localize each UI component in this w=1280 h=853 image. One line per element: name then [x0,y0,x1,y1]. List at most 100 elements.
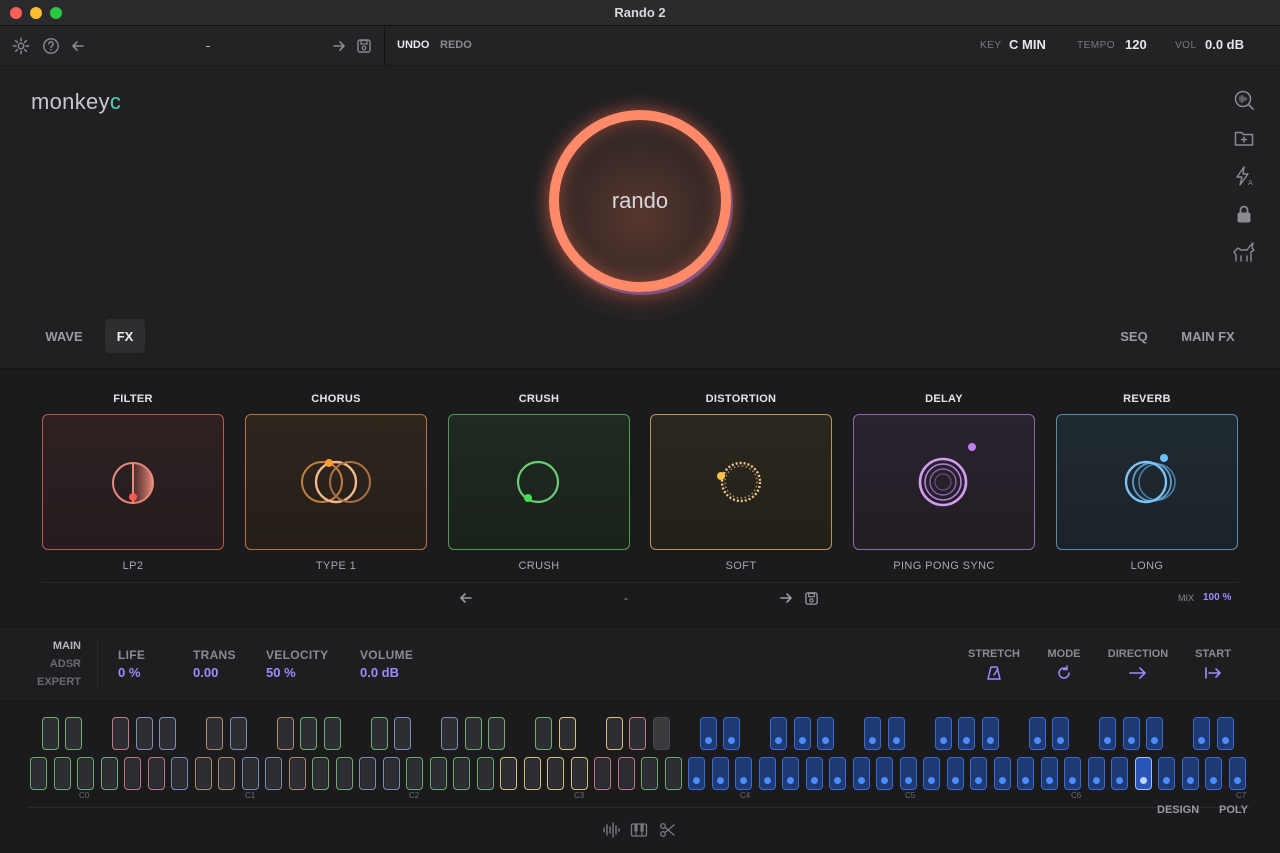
piano-white-key[interactable] [923,757,940,790]
piano-black-key[interactable] [464,717,482,750]
piano-black-key[interactable] [699,717,717,750]
piano-black-key[interactable] [323,717,341,750]
piano-black-key[interactable] [370,717,388,750]
piano-white-key[interactable] [147,757,165,790]
piano-black-key[interactable] [723,717,741,750]
fx-card-crush[interactable] [448,414,630,550]
fx-card-delay[interactable] [853,414,1035,550]
tab-fx[interactable]: FX [105,319,145,353]
piano-white-key[interactable] [570,757,588,790]
fx-card-chorus[interactable] [245,414,427,550]
help-icon[interactable] [41,36,61,56]
fx-value-delay[interactable]: PING PONG SYNC [853,560,1035,572]
piano-white-key[interactable] [829,757,846,790]
tab-seq[interactable]: SEQ [1118,319,1150,353]
piano-white-key[interactable] [218,757,235,790]
piano-white-key[interactable] [711,757,729,790]
piano-black-key[interactable] [112,717,130,750]
piano-white-key[interactable] [1064,757,1081,790]
piano-white-key[interactable] [688,757,705,790]
piano-white-key[interactable] [594,757,611,790]
piano-black-key[interactable] [1099,717,1117,750]
maximize-window-button[interactable] [50,7,62,19]
fx-previous-preset-arrow-icon[interactable] [456,590,476,606]
loop-icon[interactable] [1054,664,1074,682]
piano-black-key[interactable] [65,717,83,750]
piano-white-key[interactable] [899,757,917,790]
piano-white-key[interactable] [312,757,329,790]
piano-white-key[interactable] [335,757,353,790]
piano-black-key[interactable] [629,717,647,750]
auto-flash-icon[interactable]: A [1232,164,1256,188]
fx-value-reverb[interactable]: LONG [1056,560,1238,572]
piano-white-key[interactable] [946,757,964,790]
piano-white-key[interactable] [30,757,47,790]
arrow-right-icon[interactable] [1128,664,1148,682]
fx-card-filter[interactable] [42,414,224,550]
piano-black-key[interactable] [1216,717,1234,750]
tab-main-fx[interactable]: MAIN FX [1178,319,1238,353]
piano-white-key[interactable] [547,757,564,790]
vol-value[interactable]: 0.0 dB [1205,37,1244,52]
param-life-value[interactable]: 0 % [118,665,140,680]
piano-black-key[interactable] [887,717,905,750]
fx-value-distortion[interactable]: SOFT [650,560,832,572]
piano-black-key[interactable] [41,717,59,750]
piano-black-key[interactable] [958,717,976,750]
piano-white-key[interactable] [782,757,799,790]
piano-black-key[interactable] [1193,717,1211,750]
piano-white-key[interactable] [53,757,71,790]
piano-black-key[interactable] [864,717,882,750]
redo-button[interactable]: REDO [440,39,472,51]
piano-white-key[interactable] [641,757,658,790]
piano-black-key[interactable] [300,717,318,750]
fx-card-distortion[interactable] [650,414,832,550]
piano-white-key[interactable] [1040,757,1058,790]
piano-white-key[interactable] [359,757,376,790]
piano-white-key[interactable] [1111,757,1128,790]
scissors-icon[interactable] [658,821,676,839]
piano-white-key[interactable] [476,757,494,790]
poly-button[interactable]: POLY [1219,804,1248,816]
fx-next-preset-arrow-icon[interactable] [776,590,796,606]
piano-black-key[interactable] [276,717,294,750]
piano-white-key[interactable] [1017,757,1034,790]
piano-black-key[interactable] [793,717,811,750]
fx-save-preset-icon[interactable] [801,590,821,606]
piano-white-key[interactable] [77,757,94,790]
piano-black-key[interactable] [652,717,670,750]
piano-black-key[interactable] [159,717,177,750]
fx-card-reverb[interactable] [1056,414,1238,550]
tab-wave[interactable]: WAVE [42,319,86,353]
piano-white-key[interactable] [406,757,423,790]
preset-name[interactable]: - [200,38,216,53]
fx-value-chorus[interactable]: TYPE 1 [245,560,427,572]
piano-black-key[interactable] [770,717,788,750]
piano-white-key[interactable] [852,757,870,790]
piano-white-key[interactable] [100,757,118,790]
piano-black-key[interactable] [206,717,224,750]
piano-white-key[interactable] [876,757,893,790]
piano-white-key[interactable] [664,757,682,790]
piano-white-key[interactable] [1087,757,1105,790]
add-folder-icon[interactable] [1232,126,1256,150]
save-preset-icon[interactable] [354,36,374,56]
piano-white-key[interactable] [1228,757,1246,790]
piano-white-key[interactable] [382,757,400,790]
key-value[interactable]: C MIN [1009,37,1046,52]
piano-black-key[interactable] [229,717,247,750]
piano-black-key[interactable] [558,717,576,750]
piano-white-key[interactable] [1134,757,1152,790]
fx-preset-name[interactable]: - [616,591,636,605]
design-button[interactable]: DESIGN [1157,804,1199,816]
piano-white-key[interactable] [523,757,541,790]
fx-value-filter[interactable]: LP2 [42,560,224,572]
piano-black-key[interactable] [605,717,623,750]
unicorn-icon[interactable] [1232,240,1256,264]
close-window-button[interactable] [10,7,22,19]
piano-black-key[interactable] [817,717,835,750]
previous-preset-arrow-icon[interactable] [68,36,88,56]
piano-white-key[interactable] [735,757,752,790]
fx-value-crush[interactable]: CRUSH [448,560,630,572]
sound-name[interactable]: rando [560,188,720,214]
